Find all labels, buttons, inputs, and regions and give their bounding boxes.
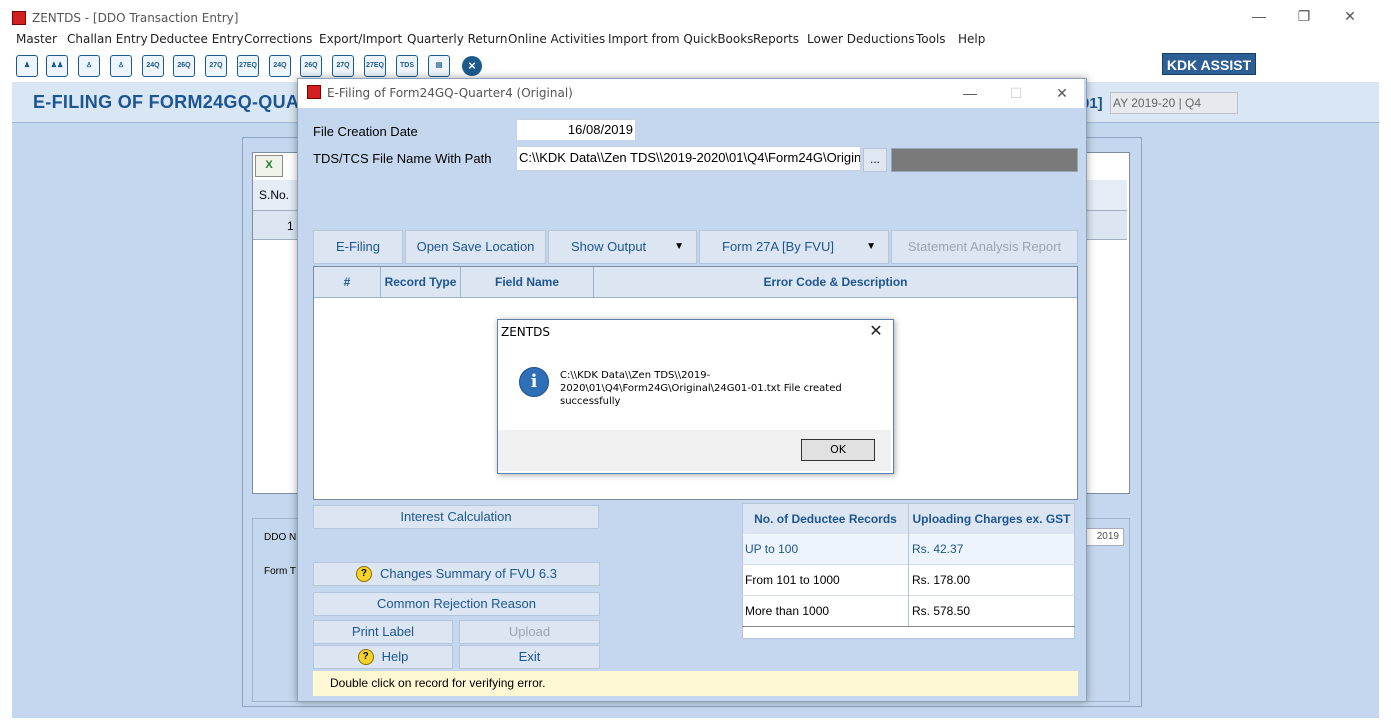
- excel-export-icon[interactable]: X: [255, 155, 283, 177]
- file-creation-date-field[interactable]: 16/08/2019: [516, 119, 636, 141]
- changes-summary-label: Changes Summary of FVU 6.3: [379, 566, 558, 581]
- users-icon[interactable]: ♟: [16, 55, 38, 77]
- close-window-button[interactable]: ✕: [1335, 6, 1365, 26]
- file-path-label: TDS/TCS File Name With Path: [313, 151, 492, 166]
- menu-master[interactable]: Master: [16, 32, 57, 46]
- row-divider: [742, 626, 1075, 627]
- window-title: ZENTDS - [DDO Transaction Entry]: [32, 11, 239, 25]
- close-circle-icon[interactable]: ×: [462, 56, 482, 76]
- minimize-button[interactable]: —: [1244, 6, 1274, 26]
- menu-tools[interactable]: Tools: [916, 32, 946, 46]
- form-27q-doc-icon[interactable]: 27Q: [205, 55, 227, 77]
- exit-button[interactable]: Exit: [459, 645, 600, 669]
- e-27q-icon[interactable]: 27Q: [332, 55, 354, 77]
- changes-summary-button[interactable]: ? Changes Summary of FVU 6.3: [313, 562, 600, 586]
- charges-amount: Rs. 178.00: [912, 573, 971, 587]
- common-rejection-button[interactable]: Common Rejection Reason: [313, 592, 600, 616]
- file-creation-date-label: File Creation Date: [313, 124, 418, 139]
- column-divider: [908, 504, 909, 626]
- efiling-button[interactable]: E-Filing: [313, 230, 403, 264]
- menu-bar: Master Challan Entry Deductee Entry Corr…: [0, 30, 1391, 50]
- menu-export-import[interactable]: Export/Import: [319, 32, 402, 46]
- form-27eq-doc-icon[interactable]: 27EQ: [237, 55, 259, 77]
- charges-amount: Rs. 578.50: [912, 604, 971, 618]
- info-icon: i: [519, 367, 549, 397]
- ok-button[interactable]: OK: [801, 439, 875, 461]
- chevron-down-icon: ▼: [866, 241, 876, 252]
- e-26q-icon[interactable]: 26Q: [300, 55, 322, 77]
- menu-quarterly-return[interactable]: Quarterly Return: [407, 32, 507, 46]
- show-output-label: Show Output: [571, 239, 647, 254]
- col-number: #: [314, 267, 381, 297]
- menu-reports[interactable]: Reports: [753, 32, 799, 46]
- help-question-icon: ?: [357, 648, 374, 665]
- menu-challan-entry[interactable]: Challan Entry: [67, 32, 148, 46]
- e-24q-icon[interactable]: 24Q: [269, 55, 291, 77]
- year-field: 2019: [1084, 528, 1124, 546]
- print-label-button[interactable]: Print Label: [313, 620, 453, 644]
- app-logo-icon: [12, 11, 26, 25]
- message-box-title: ZENTDS: [501, 325, 550, 339]
- charges-range: UP to 100: [745, 542, 799, 556]
- message-box-close-button[interactable]: ✕: [864, 322, 888, 342]
- menu-deductee-entry[interactable]: Deductee Entry: [150, 32, 244, 46]
- notepad-icon[interactable]: ▤: [428, 55, 450, 77]
- group-icon[interactable]: ♟♟: [46, 55, 68, 77]
- message-text: C:\\KDK Data\\Zen TDS\\2019-2020\01\Q4\F…: [560, 370, 842, 407]
- exit-label: Exit: [518, 649, 541, 664]
- form-24q-doc-icon[interactable]: 24Q: [142, 55, 164, 77]
- col-record-type: Record Type: [381, 267, 461, 297]
- charges-header-charges: Uploading Charges ex. GST: [909, 504, 1074, 534]
- interest-calculation-button[interactable]: Interest Calculation: [313, 505, 599, 529]
- dialog-maximize-button: ☐: [1009, 85, 1023, 101]
- form27a-label: Form 27A [By FVU]: [722, 239, 834, 254]
- grid-header-sno: S.No.: [259, 188, 290, 202]
- kdk-assist-button[interactable]: KDK ASSIST: [1162, 53, 1256, 75]
- form-26q-doc-icon[interactable]: 26Q: [173, 55, 195, 77]
- menu-import-quickbooks[interactable]: Import from QuickBooks: [608, 32, 753, 46]
- form-type-label: Form T: [264, 566, 297, 577]
- ddo-name-label: DDO N: [264, 532, 297, 543]
- open-save-location-button[interactable]: Open Save Location: [405, 230, 546, 264]
- form27a-dropdown[interactable]: Form 27A [By FVU] ▼: [699, 230, 889, 264]
- dialog-close-button[interactable]: ✕: [1047, 84, 1077, 102]
- charges-header-records: No. of Deductee Records: [743, 504, 909, 534]
- menu-help[interactable]: Help: [958, 32, 985, 46]
- person-icon[interactable]: ♙: [78, 55, 100, 77]
- help-button[interactable]: ? Help: [313, 645, 453, 669]
- file-path-field[interactable]: C:\\KDK Data\\Zen TDS\\2019-2020\01\Q4\F…: [516, 146, 861, 171]
- tds-icon[interactable]: TDS: [396, 55, 418, 77]
- person-add-icon[interactable]: ♙: [110, 55, 132, 77]
- dialog-title: E-Filing of Form24GQ-Quarter4 (Original): [327, 86, 573, 100]
- app-logo-icon: [307, 85, 321, 99]
- menu-online-activities[interactable]: Online Activities: [508, 32, 605, 46]
- show-output-dropdown[interactable]: Show Output ▼: [548, 230, 697, 264]
- chevron-down-icon: ▼: [674, 241, 684, 252]
- menu-lower-deductions[interactable]: Lower Deductions: [807, 32, 914, 46]
- hint-bar: Double click on record for verifying err…: [313, 671, 1078, 696]
- charges-amount: Rs. 42.37: [912, 542, 964, 556]
- col-field-name: Field Name: [461, 267, 594, 297]
- help-question-icon: ?: [355, 565, 372, 582]
- page-title: E-FILING OF FORM24GQ-QUA: [33, 92, 300, 112]
- table-row-number: 1: [287, 219, 294, 233]
- statement-analysis-button: Statement Analysis Report: [891, 230, 1078, 264]
- assessment-year-field: AY 2019-20 | Q4: [1110, 92, 1238, 114]
- help-label: Help: [381, 649, 409, 664]
- browse-button[interactable]: ...: [863, 148, 887, 172]
- menu-corrections[interactable]: Corrections: [244, 32, 312, 46]
- e-27eq-icon[interactable]: 27EQ: [364, 55, 386, 77]
- dialog-minimize-button[interactable]: —: [955, 84, 985, 102]
- progress-bar: [891, 148, 1078, 172]
- upload-button: Upload: [459, 620, 600, 644]
- col-error-description: Error Code & Description: [763, 275, 908, 289]
- charges-range: More than 1000: [745, 604, 830, 618]
- charges-range: From 101 to 1000: [745, 573, 840, 587]
- restore-button[interactable]: ❐: [1289, 6, 1319, 26]
